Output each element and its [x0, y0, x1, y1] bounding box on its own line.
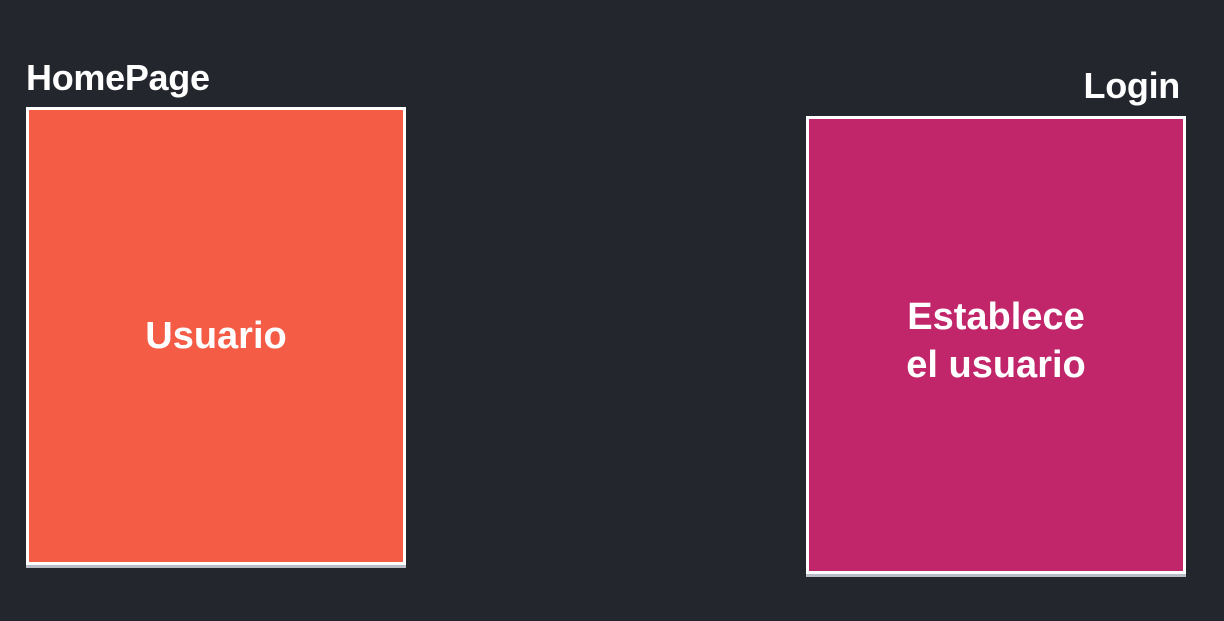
homepage-box-text: Usuario [145, 315, 287, 357]
component-diagram: HomePage Usuario Login Establece el usua… [0, 0, 1224, 621]
login-box-text: Establece el usuario [906, 293, 1086, 389]
login-box-text-line-1: Establece [907, 296, 1085, 338]
homepage-label: HomePage [26, 57, 210, 98]
login-box-text-line-2: el usuario [906, 344, 1086, 386]
login-box: Establece el usuario [806, 116, 1186, 574]
login-label: Login [1083, 65, 1181, 106]
homepage-box: Usuario [26, 107, 406, 565]
